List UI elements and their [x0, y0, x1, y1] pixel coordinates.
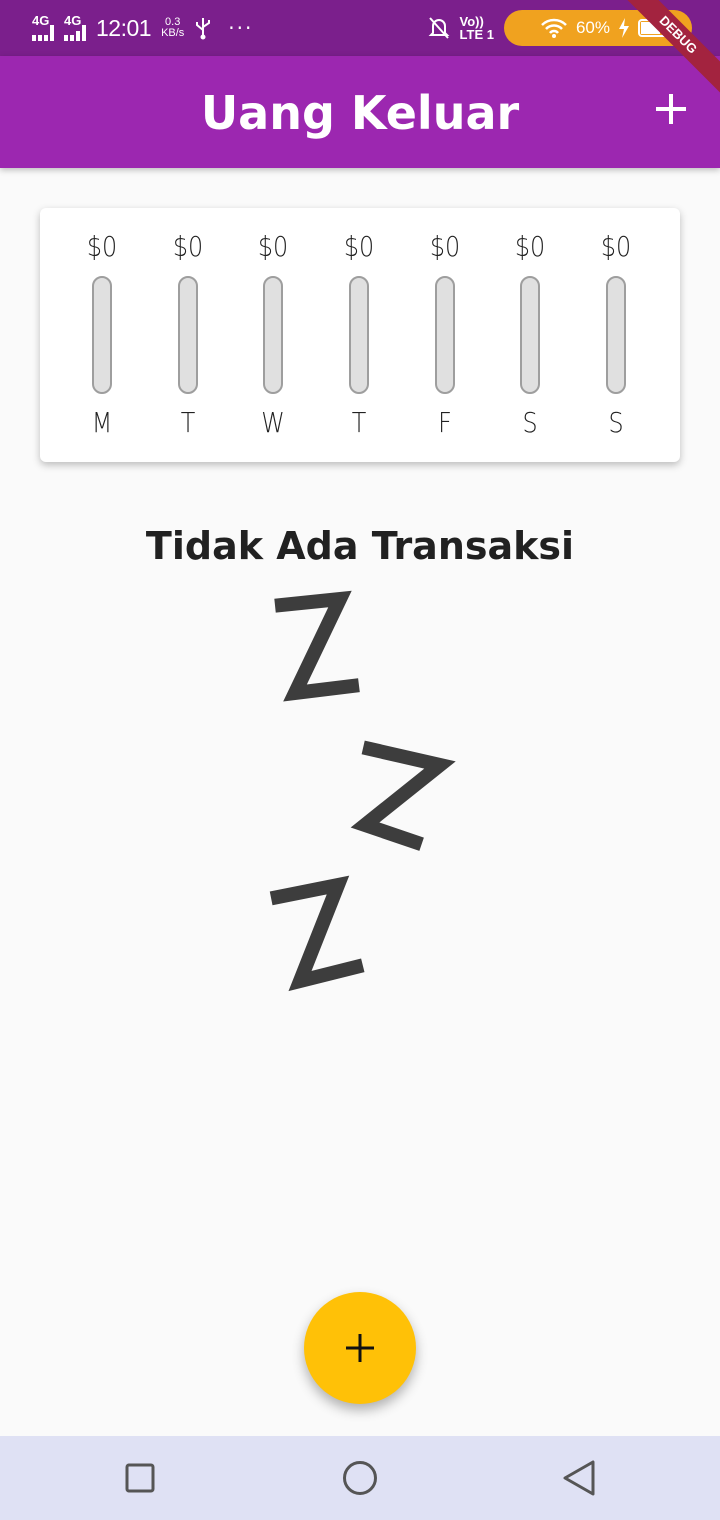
bar-column: $0 T — [316, 208, 402, 462]
back-button[interactable] — [556, 1456, 600, 1500]
bar-track — [606, 276, 626, 394]
bar-amount-label: $0 — [172, 230, 203, 263]
status-bar-left: 4G 4G 12:01 0.3 KB/s ··· — [32, 12, 253, 44]
weekly-chart-card: $0 M $0 T $0 W $0 T $0 F $0 S $0 S — [40, 208, 680, 462]
app-bar: Uang Keluar — [0, 56, 720, 168]
signal-2-icon: 4G — [64, 13, 86, 41]
weekly-bars: $0 M $0 T $0 W $0 T $0 F $0 S $0 S — [87, 208, 640, 462]
bar-day-label: F — [437, 406, 452, 439]
bar-column: $0 S — [487, 208, 573, 462]
bar-column: $0 T — [145, 208, 231, 462]
more-notifications-icon: ··· — [228, 16, 254, 40]
bar-amount-label: $0 — [515, 230, 546, 263]
bar-column: $0 S — [573, 208, 659, 462]
network-speed-unit: KB/s — [161, 27, 185, 39]
bar-day-label: T — [351, 406, 367, 439]
charging-icon — [619, 18, 629, 38]
status-bar: 4G 4G 12:01 0.3 KB/s ··· Vo)) LTE 1 60% — [0, 0, 720, 56]
bar-column: $0 W — [230, 208, 316, 462]
bar-track — [177, 276, 198, 394]
bar-track — [263, 276, 284, 394]
add-transaction-button[interactable] — [646, 84, 696, 134]
bar-day-label: M — [91, 406, 113, 439]
plus-icon — [656, 94, 686, 124]
volte-indicator: Vo)) LTE 1 — [460, 15, 494, 41]
volte-bottom: LTE 1 — [459, 27, 494, 42]
bar-track — [434, 276, 455, 394]
sleeping-zzz-icon — [269, 590, 456, 992]
bar-day-label: S — [522, 406, 538, 439]
signal-1-label: 4G — [32, 13, 50, 28]
bar-column: $0 M — [59, 208, 145, 462]
bar-amount-label: $0 — [429, 230, 460, 263]
bar-track — [520, 276, 541, 394]
plus-icon — [346, 1334, 374, 1362]
circle-icon — [343, 1461, 377, 1495]
bar-amount-label: $0 — [600, 230, 632, 263]
system-nav-bar — [0, 1436, 720, 1520]
usb-icon — [196, 18, 211, 40]
network-speed: 0.3 KB/s — [161, 17, 184, 39]
mute-bell-icon — [428, 17, 449, 39]
status-time: 12:01 — [96, 14, 152, 41]
bar-track — [349, 276, 369, 394]
battery-percent: 60% — [575, 18, 610, 37]
bar-track — [92, 276, 112, 394]
square-icon — [125, 1463, 155, 1493]
empty-state-title: Tidak Ada Transaksi — [145, 524, 575, 568]
bar-day-label: S — [608, 406, 624, 439]
signal-2-label: 4G — [64, 13, 82, 28]
recent-apps-button[interactable] — [118, 1456, 162, 1500]
bar-amount-label: $0 — [86, 230, 118, 263]
home-button[interactable] — [338, 1456, 382, 1500]
bar-amount-label: $0 — [343, 230, 375, 263]
add-floating-button[interactable] — [304, 1292, 416, 1404]
page-title: Uang Keluar — [200, 86, 520, 140]
bar-day-label: W — [261, 406, 286, 439]
bar-amount-label: $0 — [258, 230, 289, 263]
bar-column: $0 F — [402, 208, 488, 462]
bar-day-label: T — [180, 406, 195, 439]
signal-1-icon: 4G — [32, 13, 54, 41]
wifi-icon — [541, 18, 567, 38]
triangle-back-icon — [563, 1460, 595, 1496]
